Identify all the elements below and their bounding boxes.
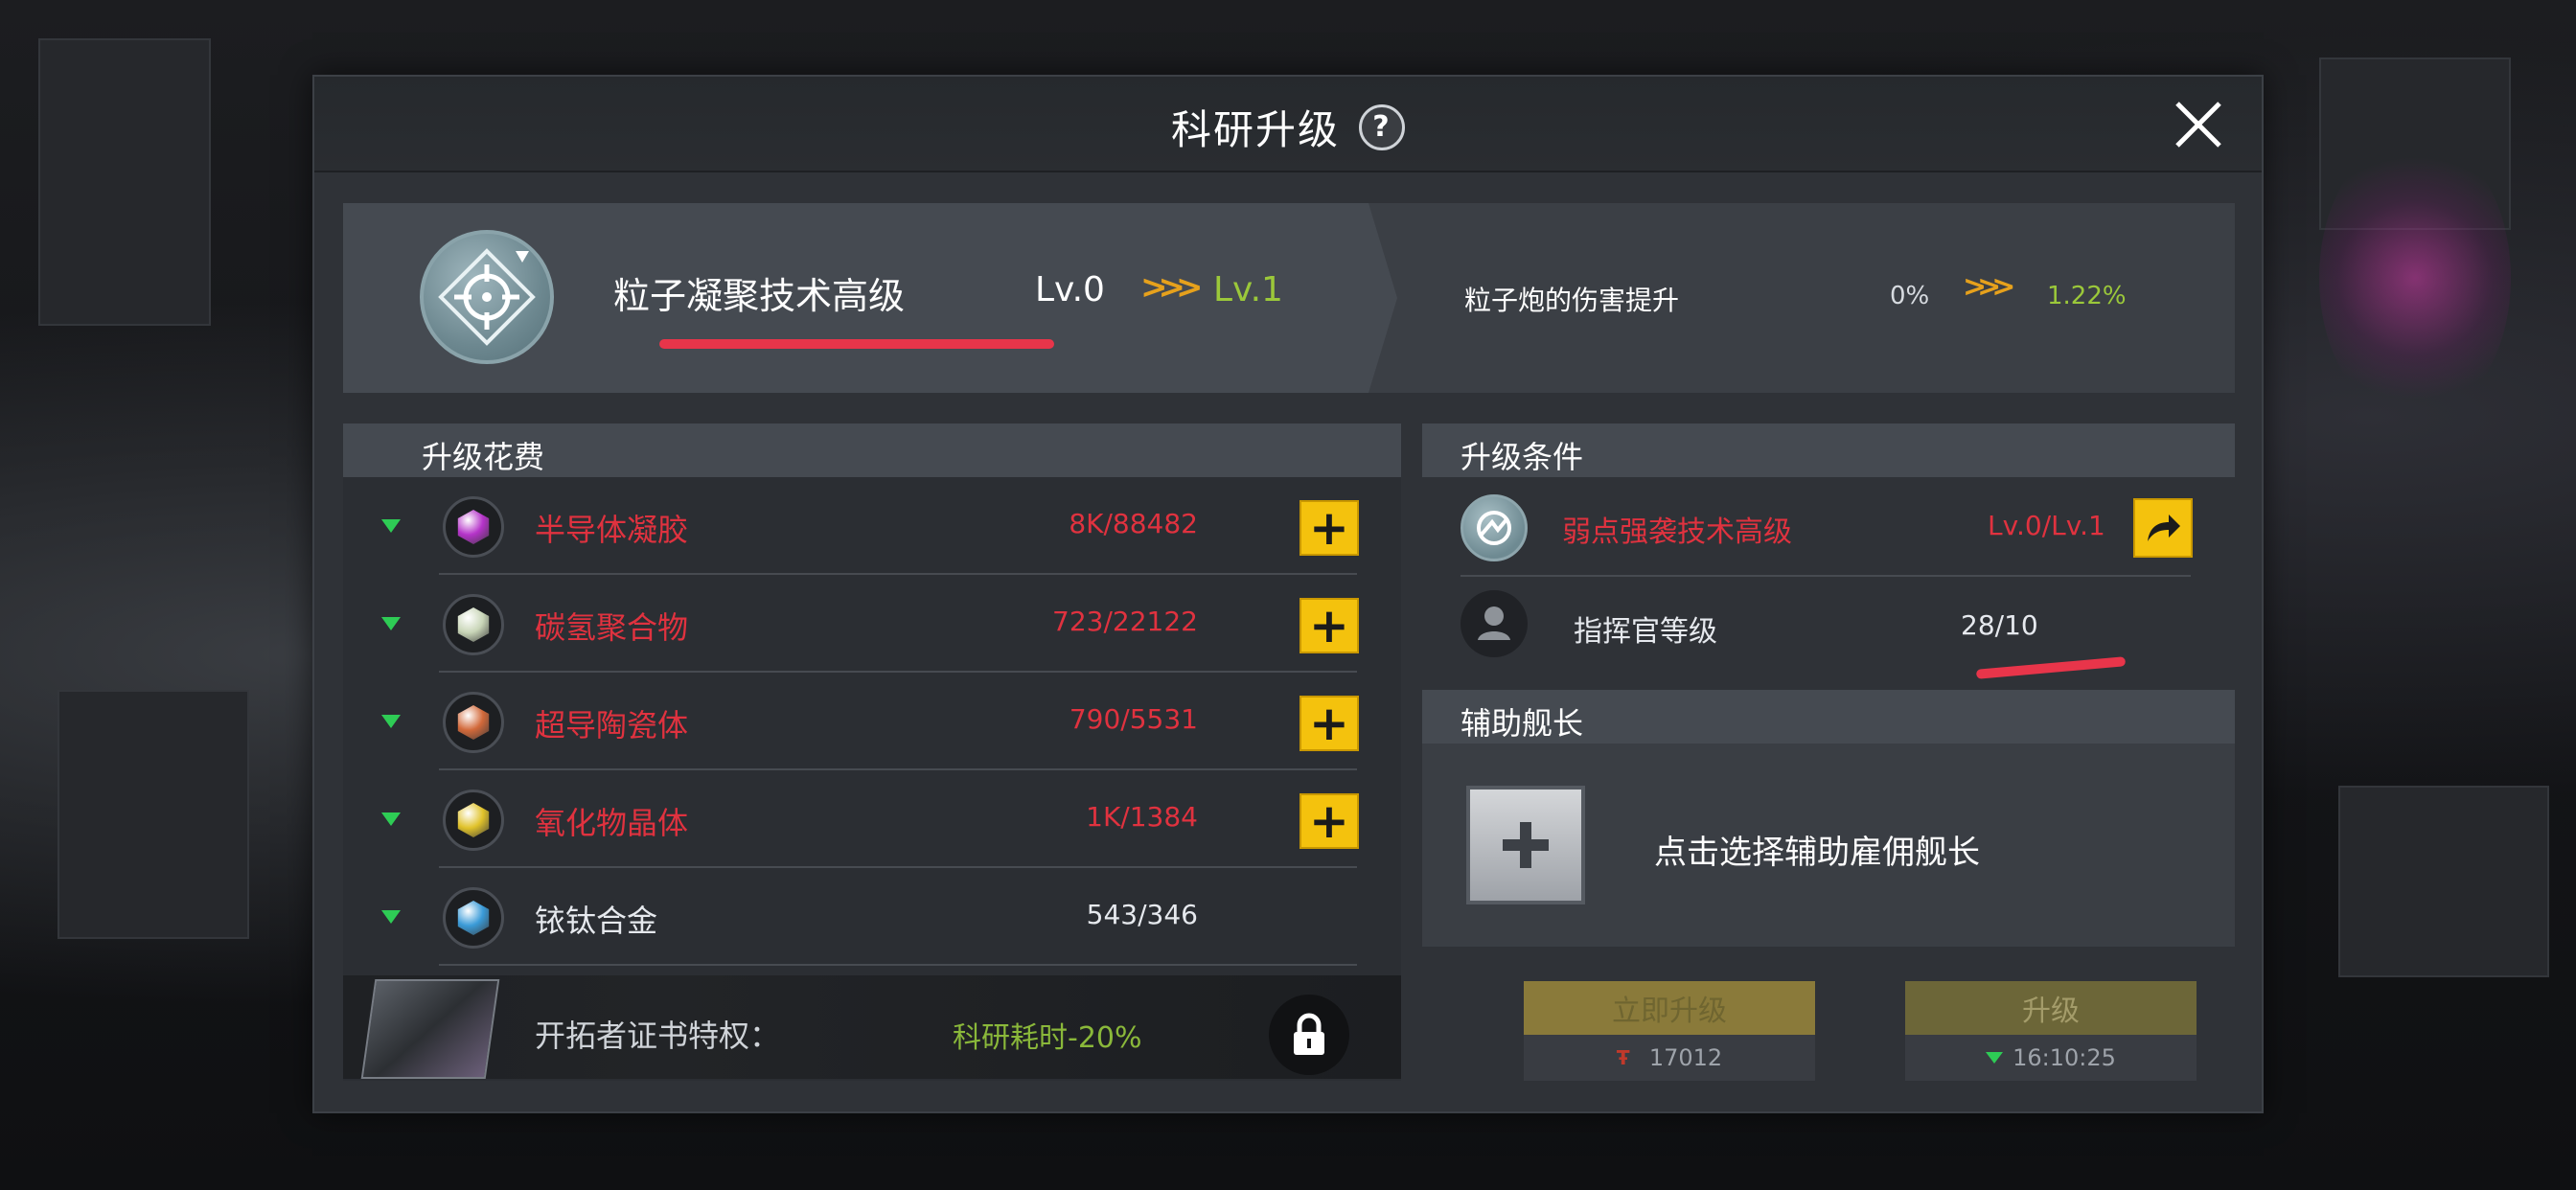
privilege-label: 开拓者证书特权： [535,1018,781,1054]
resource-name: 碳氢聚合物 [535,609,689,646]
upgrade-time: 16:10:25 [2012,1044,2116,1071]
expand-triangle-icon[interactable] [381,910,401,924]
resource-name: 氧化物晶体 [535,805,689,841]
research-upgrade-dialog: 科研升级 ? 粒子凝聚技术高级 Lv.0 >>> Lv.1 粒子炮的伤害提升 0… [312,75,2264,1113]
pioneer-privilege-banner: 开拓者证书特权： 科研耗时-20% [343,975,1401,1079]
help-icon[interactable]: ? [1359,103,1405,150]
cost-row: 氧化物晶体 1K/1384 + [343,770,1401,868]
section-header: 升级条件 [1422,423,2235,477]
annotation-underline [659,339,1054,349]
gem-icon [457,901,490,935]
expand-triangle-icon[interactable] [381,715,401,728]
upgrade-button[interactable]: 升级 16:10:25 [1905,981,2196,1081]
dialog-title: 科研升级 [1170,106,1340,153]
effect-label: 粒子炮的伤害提升 [1464,285,1680,316]
instant-upgrade-button[interactable]: 立即升级 Ŧ 17012 [1524,981,1815,1081]
condition-value: 28/10 [1961,609,2038,641]
add-resource-button[interactable]: + [1300,598,1359,653]
condition-row: 弱点强袭技术高级 Lv.0/Lv.1 [1422,477,2237,575]
resource-name: 半导体凝胶 [535,512,689,548]
expand-triangle-icon[interactable] [381,812,401,826]
hydrocarbon-polymer-icon [443,594,504,655]
level-arrow-icon: >>> [1140,268,1204,307]
cost-title: 升级花费 [422,439,545,475]
gem-icon [457,803,490,837]
add-resource-button[interactable]: + [1300,696,1359,751]
resource-name: 超导陶瓷体 [535,707,689,744]
assist-captain-panel: 辅助舰长 点击选择辅助雇佣舰长 [1422,690,2235,947]
goto-arrow-button[interactable] [2133,498,2193,558]
cost-row: 超导陶瓷体 790/5531 + [343,673,1401,770]
cost-row: 半导体凝胶 8K/88482 + [343,477,1401,575]
add-resource-button[interactable]: + [1300,793,1359,849]
cost-row: 铱钛合金 543/346 [343,868,1401,966]
gem-icon [457,510,490,544]
tech-name: 粒子凝聚技术高级 [613,275,906,317]
expand-triangle-icon[interactable] [381,617,401,630]
crosshair-icon [420,230,554,364]
dialog-header: 科研升级 ? [314,77,2262,172]
premium-currency-icon: Ŧ [1616,1046,1630,1069]
commander-avatar-icon [1460,590,1528,657]
effect-to: 1.22% [2047,282,2127,310]
upgrade-label: 升级 [1905,981,2196,1035]
resource-amount: 8K/88482 [1069,508,1198,539]
cost-row: 碳氢聚合物 723/22122 + [343,575,1401,673]
tech-info-bar: 粒子凝聚技术高级 Lv.0 >>> Lv.1 粒子炮的伤害提升 0% >>> 1… [343,203,2235,393]
add-captain-slot[interactable] [1466,786,1585,904]
assist-body: 点击选择辅助雇佣舰长 [1422,744,2235,947]
condition-value: Lv.0/Lv.1 [1988,510,2105,541]
lock-icon[interactable] [1269,995,1349,1075]
privilege-value: 科研耗时-20% [953,1021,1142,1055]
resource-name: 铱钛合金 [535,903,658,939]
divider [439,964,1357,966]
gem-icon [457,607,490,642]
close-icon[interactable] [2170,96,2227,153]
certificate-image [360,979,500,1079]
conditions-title: 升级条件 [1460,439,1584,475]
bg-neon-glow [2319,134,2511,422]
add-resource-button[interactable]: + [1300,500,1359,556]
bg-structure [38,38,211,326]
time-reduced-icon [1986,1052,2004,1064]
resource-amount: 790/5531 [1069,703,1198,735]
assist-hint: 点击选择辅助雇佣舰长 [1654,834,1980,872]
superconductor-ceramic-icon [443,692,504,753]
effect-from: 0% [1890,282,1930,310]
assist-title: 辅助舰长 [1460,705,1584,742]
resource-amount: 543/346 [1086,899,1198,930]
resource-amount: 1K/1384 [1086,801,1198,833]
section-header: 辅助舰长 [1422,690,2235,744]
gem-icon [457,705,490,740]
condition-name: 指挥官等级 [1574,615,1717,649]
weakpoint-assault-icon [1460,494,1528,561]
oxide-crystal-icon [443,790,504,851]
condition-name: 弱点强袭技术高级 [1562,515,1792,549]
iridium-titanium-alloy-icon [443,887,504,949]
level-to: Lv.1 [1213,270,1283,309]
instant-upgrade-label: 立即升级 [1524,981,1815,1035]
expand-triangle-icon[interactable] [381,519,401,533]
semiconductor-gel-icon [443,496,504,558]
level-from: Lv.0 [1035,270,1105,309]
bg-structure [58,690,249,939]
instant-upgrade-cost: 17012 [1648,1044,1723,1071]
upgrade-cost-panel: 升级花费 半导体凝胶 8K/88482 + 碳氢聚合物 723/22122 + 超导陶瓷体 7… [343,423,1401,1081]
resource-amount: 723/22122 [1052,606,1198,637]
section-header: 升级花费 [343,423,1401,477]
effect-arrow-icon: >>> [1963,270,2016,304]
bg-structure [2338,786,2549,977]
plus-icon [1503,822,1549,868]
